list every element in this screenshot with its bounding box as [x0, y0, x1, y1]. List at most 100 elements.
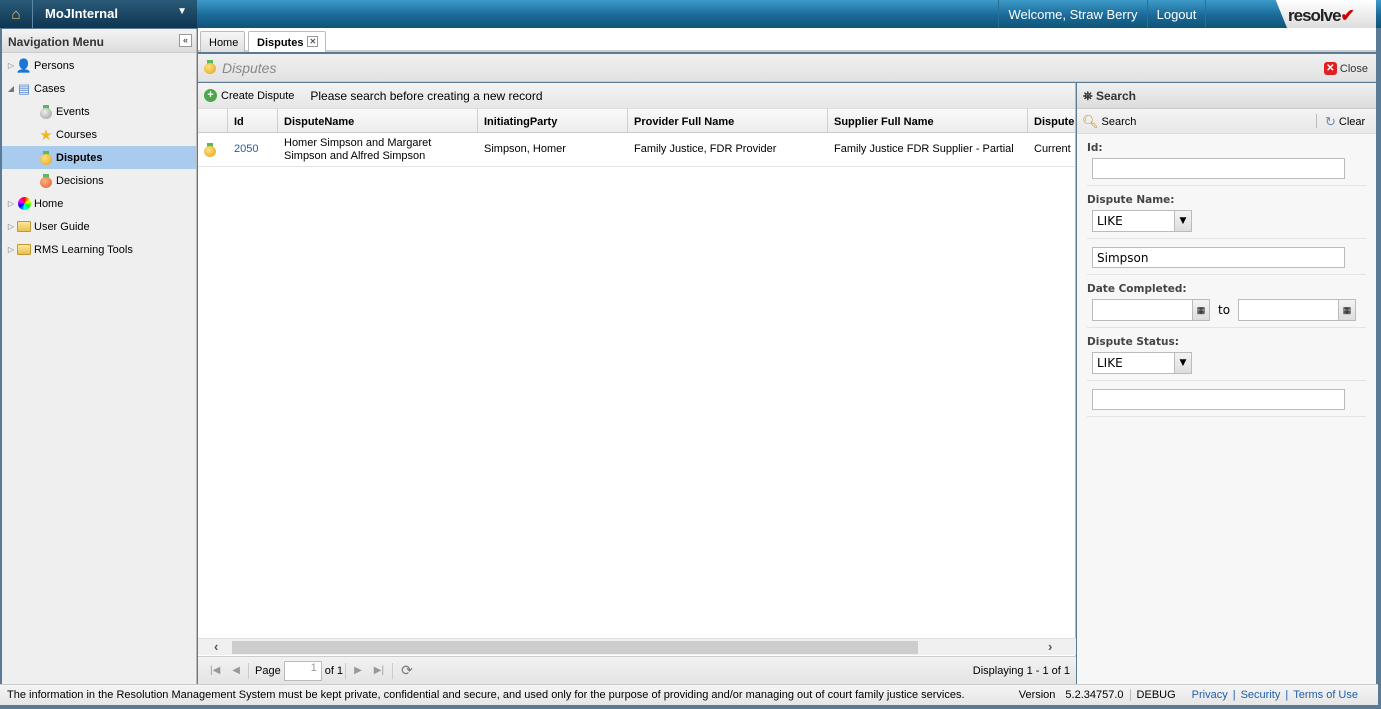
tab-strip: Home Disputes ✕ [198, 28, 1376, 52]
column-header-dispute-status[interactable]: Dispute [1028, 109, 1075, 132]
magnifier-icon: 🔍︎ [1082, 114, 1099, 129]
tab-home[interactable]: Home [200, 31, 245, 52]
separator [392, 662, 394, 679]
scrollbar-thumb[interactable] [232, 641, 918, 654]
folder-icon [16, 242, 32, 258]
collapse-nav-button[interactable]: « [179, 34, 192, 47]
app-selector[interactable]: MoJInternal ▼ [33, 0, 197, 28]
footer: The information in the Resolution Manage… [0, 684, 1378, 705]
tab-label: Home [209, 37, 239, 49]
calendar-icon[interactable]: ▦ [1338, 300, 1356, 320]
nav-item-home[interactable]: ▷ Home [2, 192, 196, 215]
last-page-icon[interactable]: ▶| [374, 665, 384, 676]
clear-label: Clear [1338, 116, 1366, 128]
scroll-left-icon[interactable]: ‹ [214, 639, 218, 654]
add-icon: + [204, 89, 217, 102]
nav-label: Decisions [56, 174, 104, 187]
medal-gold-icon [198, 133, 228, 166]
column-header-id[interactable]: Id [228, 109, 278, 132]
nav-title: Navigation Menu [8, 35, 105, 49]
row-provider: Family Justice, FDR Provider [634, 143, 777, 155]
nav-item-cases[interactable]: ◢ ▤ Cases [2, 77, 196, 100]
nav-item-persons[interactable]: ▷ 👤 Persons [2, 54, 196, 77]
logout-button[interactable]: Logout [1147, 0, 1205, 28]
column-header-provider[interactable]: Provider Full Name [628, 109, 828, 132]
nav-item-user-guide[interactable]: ▷ User Guide [2, 215, 196, 238]
star-icon: ★ [39, 126, 53, 144]
page-input[interactable]: 1 [283, 660, 322, 681]
nav-item-decisions[interactable]: Decisions [2, 169, 196, 192]
id-label: Id: [1087, 142, 1103, 154]
privacy-link[interactable]: Privacy [1192, 689, 1228, 701]
collapse-icon[interactable]: ◢ [6, 84, 16, 93]
date-completed-label: Date Completed: [1087, 283, 1187, 295]
expand-icon[interactable]: ▷ [6, 222, 16, 231]
column-header-dispute-name[interactable]: DisputeName [278, 109, 478, 132]
security-link[interactable]: Security [1241, 689, 1281, 701]
medal-gold-icon [204, 60, 216, 77]
nav-label: RMS Learning Tools [34, 243, 133, 256]
nav-header: Navigation Menu « [2, 29, 196, 53]
dispute-status-input[interactable] [1092, 389, 1345, 410]
column-header-initiating-party[interactable]: InitiatingParty [478, 109, 628, 132]
expand-icon[interactable]: ▷ [6, 199, 16, 208]
dispute-status-operator-select[interactable]: LIKE ▼ [1092, 352, 1192, 374]
create-dispute-button[interactable]: + Create Dispute [204, 89, 294, 102]
scroll-right-icon[interactable]: › [1048, 639, 1052, 654]
chevron-down-icon[interactable]: ▼ [1174, 211, 1191, 231]
id-input[interactable] [1092, 158, 1345, 179]
page-label: Page [255, 664, 281, 677]
separator [1316, 114, 1317, 128]
row-id-link[interactable]: 2050 [228, 133, 278, 166]
select-value: LIKE [1097, 214, 1123, 228]
nav-item-rms-learning-tools[interactable]: ▷ RMS Learning Tools [2, 238, 196, 261]
next-page-icon[interactable]: ▶ [354, 665, 362, 676]
nav-item-courses[interactable]: ★ Courses [2, 123, 196, 146]
debug-mode: DEBUG [1136, 689, 1176, 701]
table-row[interactable]: 2050 Homer Simpson and Margaret Simpson … [198, 133, 1075, 167]
folder-icon [16, 219, 32, 235]
persons-icon: 👤 [15, 57, 33, 73]
separator: | [1285, 689, 1289, 701]
app-name: MoJInternal [45, 6, 118, 21]
first-page-icon[interactable]: |◀ [210, 665, 220, 676]
refresh-icon: ↻ [1325, 114, 1336, 129]
column-header-supplier[interactable]: Supplier Full Name [828, 109, 1028, 132]
calendar-icon[interactable]: ▦ [1192, 300, 1209, 320]
chevron-down-icon[interactable]: ▼ [1174, 353, 1191, 373]
binoculars-icon: ⛯ [1083, 89, 1093, 103]
expand-icon[interactable]: ▷ [6, 245, 16, 254]
tab-label: Disputes [257, 37, 304, 49]
nav-item-events[interactable]: Events [2, 100, 196, 123]
horizontal-scrollbar[interactable]: ‹ › [198, 638, 1076, 655]
medal-orange-icon [38, 173, 54, 189]
close-tab-icon[interactable]: ✕ [307, 36, 319, 47]
clear-button[interactable]: ↻ Clear [1325, 114, 1365, 130]
color-wheel-icon [16, 196, 32, 212]
date-to-input[interactable]: ▦ [1238, 299, 1357, 321]
separator [248, 662, 249, 679]
search-label: Search [1101, 116, 1137, 128]
home-button[interactable]: ⌂ [0, 0, 33, 28]
dispute-name-group: Dispute Name: LIKE ▼ [1087, 186, 1366, 239]
row-initiating-party: Simpson, Homer [484, 143, 566, 155]
nav-item-disputes[interactable]: Disputes [2, 146, 196, 169]
date-from-input[interactable]: ▦ [1092, 299, 1210, 321]
terms-link[interactable]: Terms of Use [1293, 689, 1358, 701]
tab-disputes[interactable]: Disputes ✕ [248, 31, 326, 52]
prev-page-icon[interactable]: ◀ [232, 665, 240, 676]
expand-icon[interactable]: ▷ [6, 61, 16, 70]
row-status: Current [1034, 143, 1071, 155]
nav-label: User Guide [34, 220, 90, 233]
close-button[interactable]: ✕ Close [1323, 62, 1368, 75]
nav-label: Cases [34, 82, 66, 95]
page-title-bar: Disputes ✕ Close [198, 54, 1376, 82]
nav-label: Events [56, 105, 90, 118]
separator: | [1232, 689, 1236, 701]
dispute-name-operator-select[interactable]: LIKE ▼ [1092, 210, 1192, 232]
search-button[interactable]: 🔍︎ Search [1082, 114, 1136, 130]
pager: |◀ ◀ Page 1 of 1 ▶ ▶| ⟳ Displaying 1 - 1… [198, 656, 1076, 684]
topbar-spacer [1205, 0, 1262, 28]
refresh-icon[interactable]: ⟳ [401, 662, 413, 679]
dispute-name-input[interactable]: Simpson [1092, 247, 1345, 268]
